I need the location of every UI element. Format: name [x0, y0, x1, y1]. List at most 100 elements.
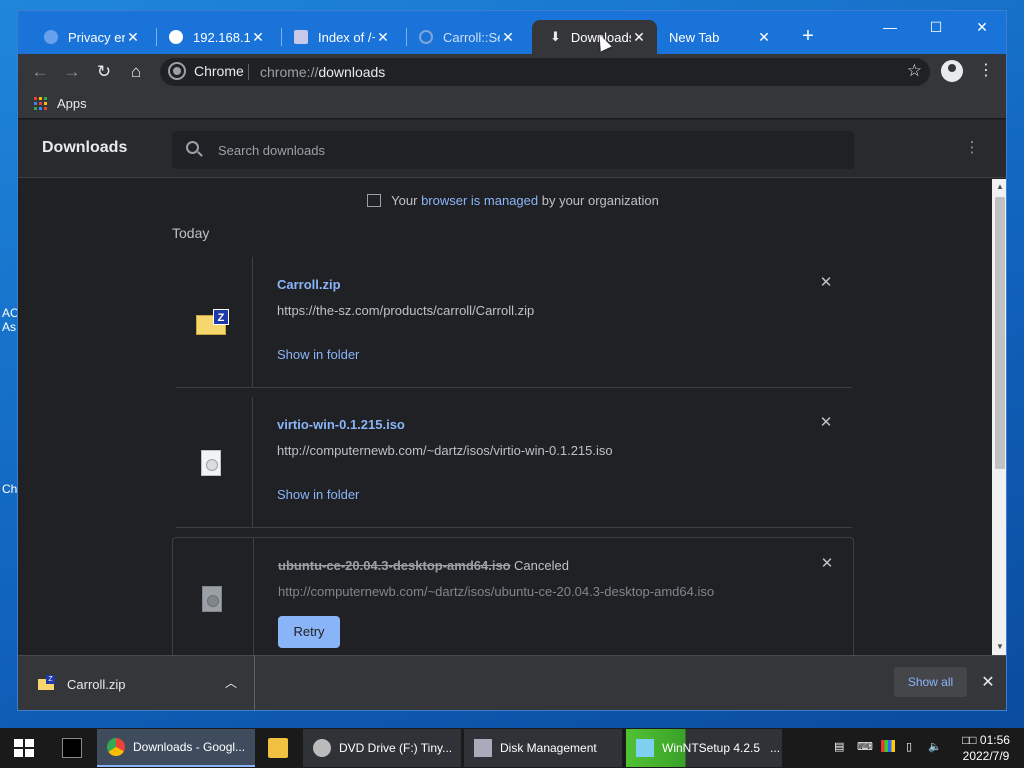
desktop-icon-label-2[interactable]: As: [2, 321, 16, 334]
reload-icon: ↻: [96, 62, 112, 81]
apps-grid-icon: [34, 97, 47, 110]
tab-label: Carroll::Set: [443, 29, 500, 45]
shelf-download-item[interactable]: Z Carroll.zip ︿: [18, 656, 255, 710]
tab-192-168-1-1[interactable]: 192.168.1.1 ✕: [151, 20, 276, 54]
speaker-muted-icon[interactable]: 🔈: [928, 740, 942, 753]
remove-download-button[interactable]: ✕: [818, 275, 834, 291]
show-in-folder-link[interactable]: Show in folder: [277, 347, 359, 362]
globe-icon: [169, 30, 183, 44]
terminal-icon[interactable]: [62, 738, 82, 758]
plus-icon: +: [802, 25, 814, 47]
system-clock[interactable]: □□ 01:56 2022/7/9: [956, 732, 1016, 764]
taskbar-button-label: DVD Drive (F:) Tiny...: [339, 741, 453, 755]
file-url[interactable]: https://the-sz.com/products/carroll/Carr…: [277, 303, 534, 318]
taskbar-button-winntsetup[interactable]: WinNTSetup 4.2.5 ...: [626, 729, 782, 767]
tab-carroll-set[interactable]: Carroll::Set ✕: [401, 20, 526, 54]
close-shelf-button[interactable]: ✕: [979, 672, 997, 692]
maximize-icon: ☐: [929, 19, 943, 35]
file-name-link[interactable]: virtio-win-0.1.215.iso: [277, 417, 405, 432]
home-button[interactable]: ⌂: [124, 60, 148, 84]
taskbar-button-extra: ...: [770, 741, 781, 755]
apps-shortcut[interactable]: Apps: [34, 96, 87, 111]
toolbar: ← → ↻ ⌂ Chrome chrome://downloads ☆ ⋮: [18, 54, 1006, 89]
download-item-canceled: ubuntu-ce-20.04.3-desktop-amd64.iso Canc…: [172, 537, 854, 655]
show-in-folder-link[interactable]: Show in folder: [277, 487, 359, 502]
new-tab-button[interactable]: +: [796, 25, 820, 49]
item-divider: [176, 527, 852, 528]
clock-prefix: □□: [962, 733, 977, 747]
managed-link[interactable]: browser is managed: [421, 193, 538, 208]
site-chip[interactable]: Chrome: [170, 63, 244, 79]
color-app-icon[interactable]: [881, 740, 895, 752]
page-scrollbar[interactable]: ▲ ▼: [992, 179, 1006, 655]
minimize-icon: —: [883, 19, 897, 35]
managed-suffix: by your organization: [538, 193, 659, 208]
downloads-menu-button[interactable]: ⋮: [962, 138, 982, 160]
bookmarks-bar: Apps: [18, 89, 1006, 119]
chrome-window: Privacy erro ✕ 192.168.1.1 ✕ Index of /~…: [17, 10, 1007, 711]
forward-button[interactable]: →: [60, 60, 84, 84]
close-icon[interactable]: ✕: [756, 29, 772, 46]
start-button[interactable]: [14, 739, 34, 757]
bookmark-star-icon[interactable]: ☆: [907, 61, 922, 81]
scroll-down-icon[interactable]: ▼: [992, 639, 1006, 655]
page-title: Downloads: [42, 139, 128, 156]
file-explorer-icon[interactable]: [268, 738, 288, 758]
taskbar-button-dvd-drive[interactable]: DVD Drive (F:) Tiny...: [303, 729, 461, 767]
tab-label: Privacy erro: [68, 29, 125, 45]
file-name-link[interactable]: Carroll.zip: [277, 277, 341, 292]
profile-avatar[interactable]: [941, 60, 963, 82]
reload-button[interactable]: ↻: [92, 60, 116, 84]
desktop-icon-label-3[interactable]: Ch: [2, 483, 17, 496]
arrow-left-icon: ←: [31, 62, 49, 81]
remove-download-button[interactable]: ✕: [819, 556, 835, 572]
disc-image-icon: [202, 586, 222, 612]
taskbar-button-disk-management[interactable]: Disk Management: [464, 729, 622, 767]
remove-download-button[interactable]: ✕: [818, 415, 834, 431]
file-url[interactable]: http://computernewb.com/~dartz/isos/virt…: [277, 443, 613, 458]
keyboard-icon[interactable]: ⌨: [857, 740, 873, 753]
search-icon: [186, 141, 199, 154]
file-icon-column: [173, 538, 254, 655]
close-icon[interactable]: ✕: [500, 29, 516, 46]
tab-privacy-error[interactable]: Privacy erro ✕: [26, 20, 151, 54]
show-all-button[interactable]: Show all: [894, 667, 967, 697]
close-icon[interactable]: ✕: [250, 29, 266, 46]
tab-index-of[interactable]: Index of /~ ✕: [276, 20, 401, 54]
back-button[interactable]: ←: [28, 60, 52, 84]
winntsetup-icon: [636, 739, 654, 757]
download-item: Z Carroll.zip https://the-sz.com/product…: [172, 257, 854, 388]
network-icon[interactable]: ▤: [834, 740, 844, 753]
close-icon[interactable]: ✕: [375, 29, 391, 46]
download-item: virtio-win-0.1.215.iso http://computerne…: [172, 397, 854, 528]
search-input[interactable]: [218, 141, 818, 159]
close-icon[interactable]: ✕: [125, 29, 141, 46]
kebab-menu-icon: ⋮: [964, 139, 980, 156]
minimize-button[interactable]: —: [868, 15, 912, 39]
retry-button[interactable]: Retry: [278, 616, 340, 648]
usb-icon[interactable]: ▯: [906, 740, 912, 753]
taskbar-button-label: Disk Management: [500, 741, 597, 755]
maximize-button[interactable]: ☐: [914, 15, 958, 39]
zip-file-icon: Z: [38, 675, 56, 690]
taskbar-button-label: WinNTSetup 4.2.5: [662, 741, 761, 755]
url-text[interactable]: chrome://downloads: [260, 64, 385, 80]
downloads-header: Downloads ⋮: [18, 120, 1006, 178]
taskbar-button-chrome[interactable]: Downloads - Googl...: [97, 729, 255, 767]
zip-file-icon: Z: [196, 309, 229, 335]
chrome-menu-button[interactable]: ⋮: [976, 60, 996, 84]
managed-prefix: Your: [391, 193, 422, 208]
scroll-up-icon[interactable]: ▲: [992, 179, 1006, 195]
disc-image-icon: [201, 450, 221, 476]
disk-management-icon: [474, 739, 492, 757]
search-box[interactable]: [172, 131, 854, 169]
file-url[interactable]: http://computernewb.com/~dartz/isos/ubun…: [278, 584, 714, 599]
scroll-thumb[interactable]: [995, 197, 1005, 469]
close-window-button[interactable]: ✕: [960, 15, 1004, 39]
shelf-file-name: Carroll.zip: [67, 677, 126, 692]
address-bar[interactable]: Chrome chrome://downloads ☆: [160, 58, 930, 86]
tab-new-tab[interactable]: New Tab ✕: [657, 20, 782, 54]
chevron-up-icon[interactable]: ︿: [223, 674, 239, 690]
clock-time: 01:56: [979, 733, 1010, 747]
close-icon[interactable]: ✕: [631, 29, 647, 46]
